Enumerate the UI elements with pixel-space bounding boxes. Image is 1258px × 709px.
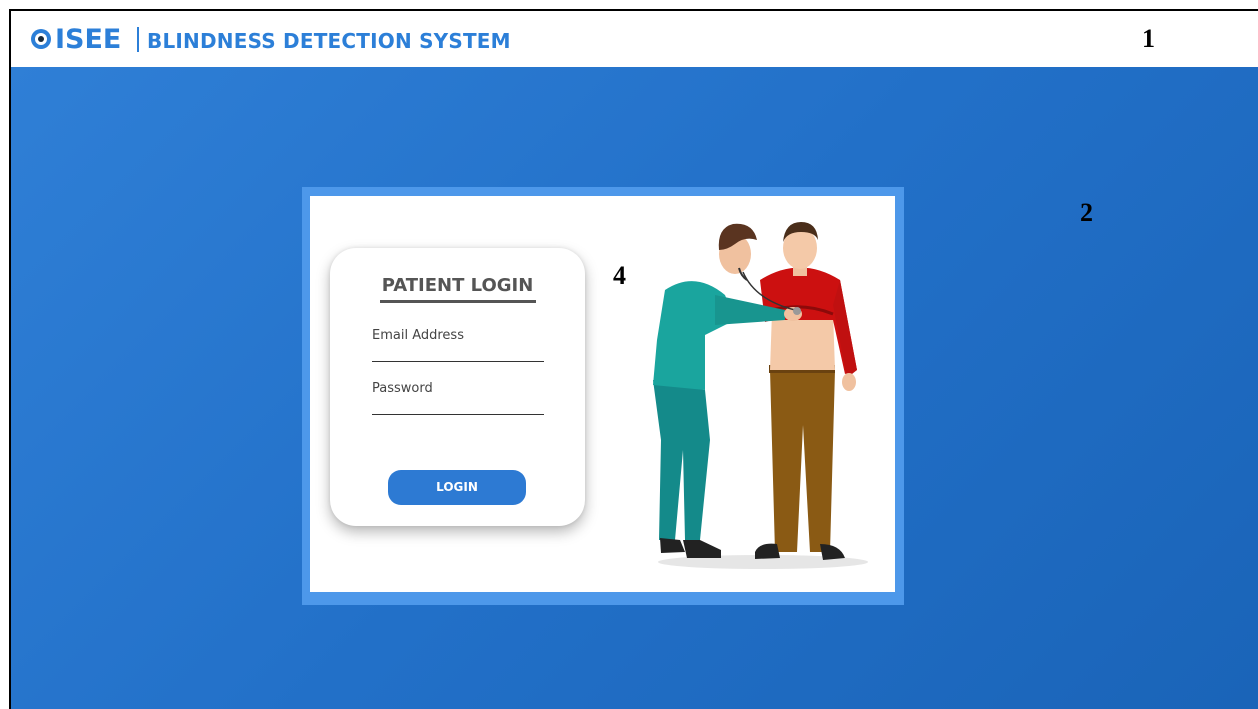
app-title: BLINDNESS DETECTION SYSTEM (147, 29, 511, 53)
email-label: Email Address (372, 328, 464, 343)
annotation-label-4: 4 (613, 261, 626, 290)
email-field[interactable] (372, 361, 544, 362)
login-panel-frame: PATIENT LOGIN Email Address Password LOG… (302, 187, 904, 605)
login-card: PATIENT LOGIN Email Address Password LOG… (330, 248, 585, 526)
annotation-label-2: 2 (1080, 198, 1093, 227)
login-button[interactable]: LOGIN (388, 470, 526, 505)
logo-text: ISEE (55, 24, 122, 55)
password-field[interactable] (372, 414, 544, 415)
doctor-patient-illustration (653, 222, 868, 569)
login-panel: PATIENT LOGIN Email Address Password LOG… (310, 196, 895, 592)
app-window: ISEE BLINDNESS DETECTION SYSTEM 1 2 PATI… (9, 9, 1258, 709)
logo-divider (137, 27, 139, 52)
password-label: Password (372, 381, 433, 396)
main-area: 2 PATIENT LOGIN Email Address Password L… (11, 67, 1258, 709)
header-bar: ISEE BLINDNESS DETECTION SYSTEM 1 (11, 11, 1258, 67)
login-title: PATIENT LOGIN (381, 275, 534, 296)
title-underline (380, 300, 536, 303)
eye-icon (31, 29, 51, 49)
annotation-label-1: 1 (1142, 24, 1155, 53)
